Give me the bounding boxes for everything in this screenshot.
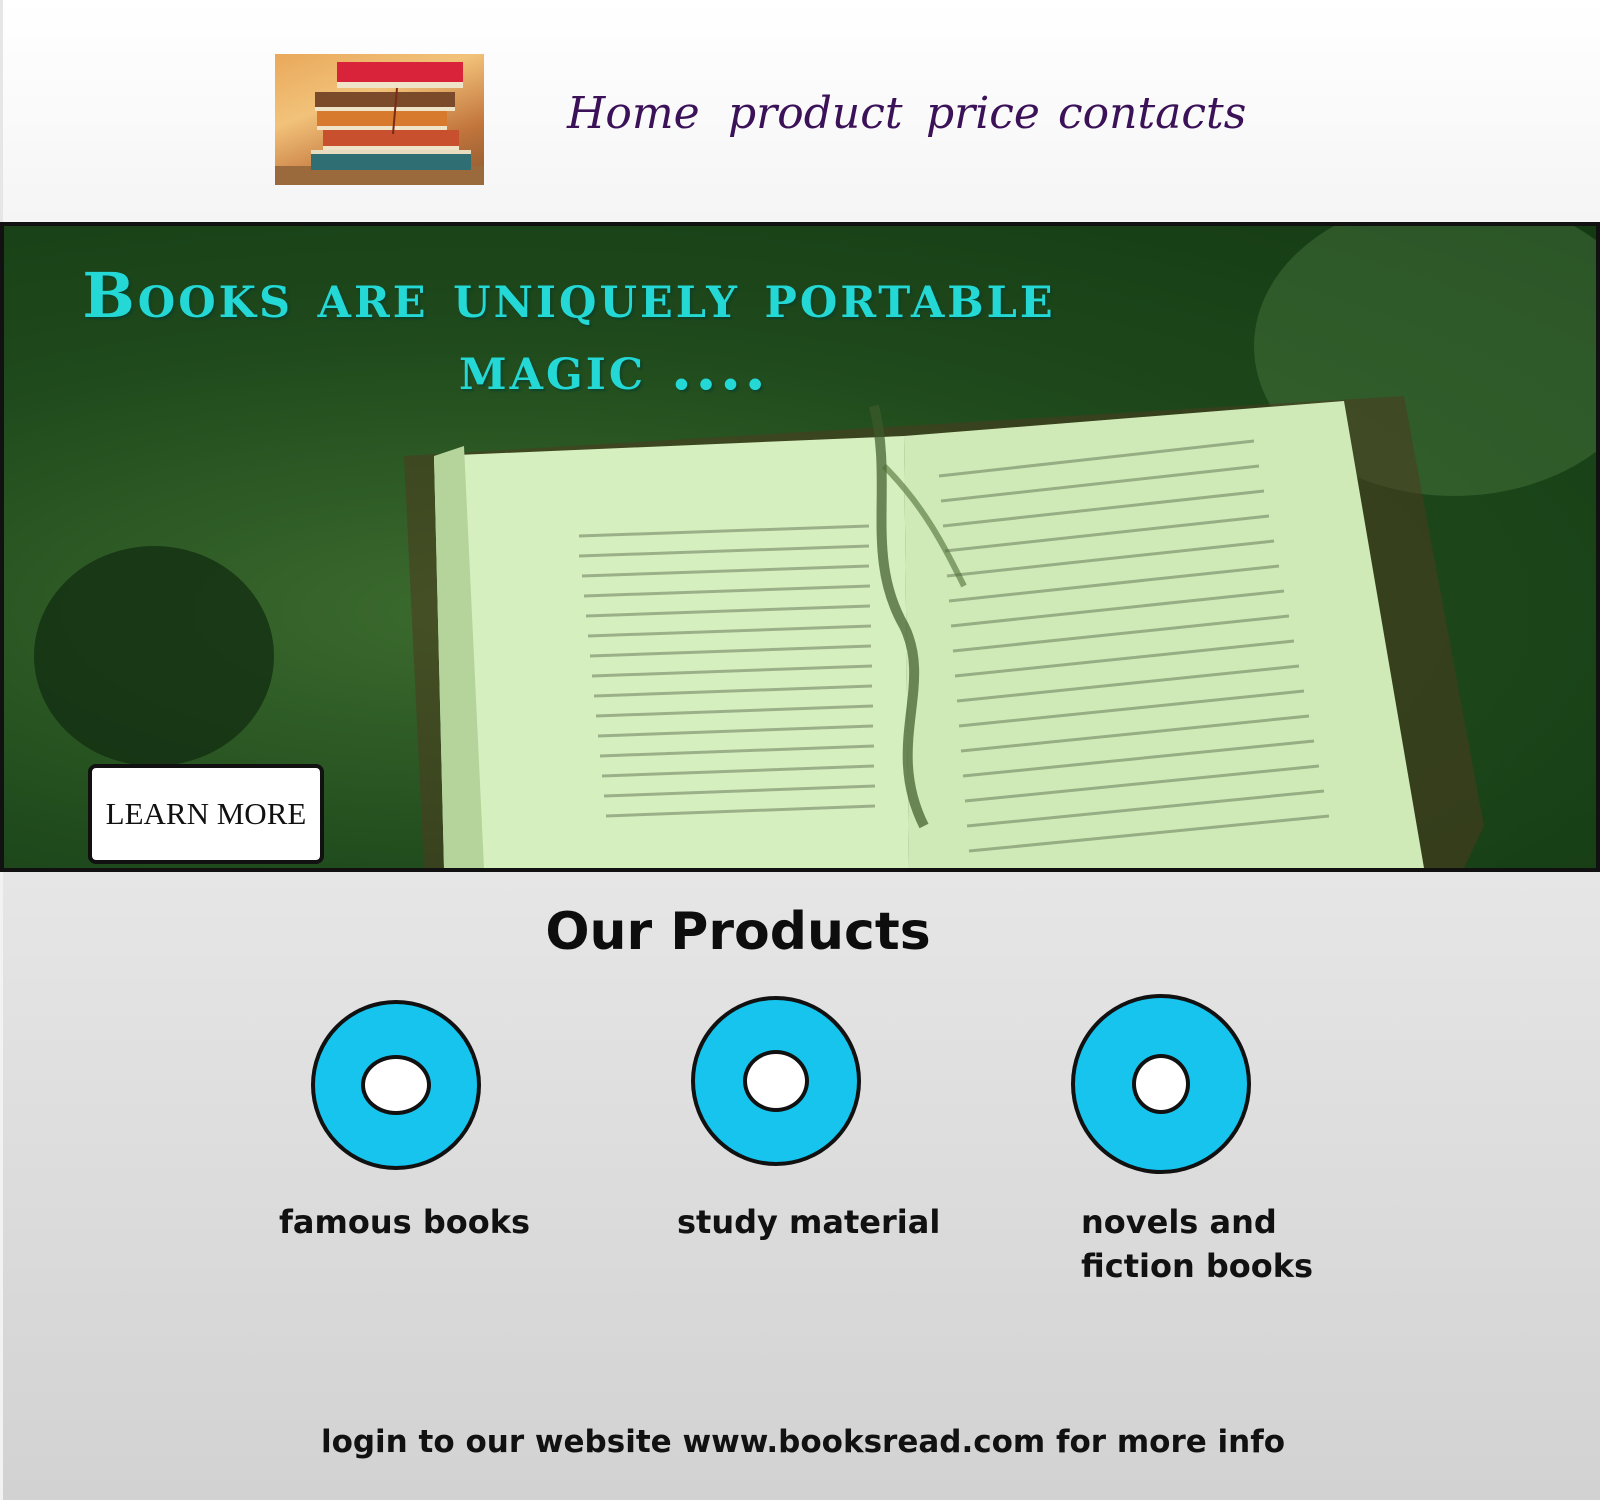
hero-headline-line2: magic ....	[459, 331, 769, 404]
nav-product[interactable]: product	[728, 88, 903, 139]
product-label-line: novels and	[1081, 1203, 1277, 1241]
product-label-famous-books[interactable]: famous books	[279, 1200, 530, 1244]
product-label-line: fiction books	[1081, 1247, 1314, 1285]
logo-illustration	[275, 62, 484, 185]
book-stack-icon[interactable]	[275, 54, 484, 185]
hero-headline-line1: Books are uniquely portable	[82, 259, 1056, 332]
products-title: Our Products	[545, 902, 931, 962]
footer-login-text: login to our website www.booksread.com f…	[320, 1424, 1286, 1460]
nav-home[interactable]: Home	[567, 88, 700, 139]
site-header: Home product price contacts	[0, 0, 1600, 222]
product-novels-ring-icon[interactable]	[1071, 994, 1251, 1174]
nav-contacts[interactable]: contacts	[1058, 88, 1246, 139]
hero-banner: Books are uniquely portable magic .... L…	[0, 222, 1600, 872]
product-label-novels[interactable]: novels and fiction books	[1081, 1200, 1313, 1288]
product-study-material-ring-icon[interactable]	[691, 996, 861, 1166]
product-label-study-material[interactable]: study material	[677, 1200, 940, 1244]
product-label-line: study material	[677, 1203, 941, 1241]
ring-hole	[361, 1055, 431, 1115]
hero-headline: Books are uniquely portable magic ....	[64, 260, 1074, 404]
product-label-line: famous books	[279, 1203, 531, 1241]
ring-hole	[743, 1050, 809, 1112]
learn-more-button[interactable]: LEARN MORE	[88, 764, 324, 864]
product-famous-books-ring-icon[interactable]	[311, 1000, 481, 1170]
ring-hole	[1132, 1054, 1190, 1114]
nav-price[interactable]: price	[926, 88, 1040, 139]
products-section: Our Products famous books study material…	[0, 872, 1600, 1500]
